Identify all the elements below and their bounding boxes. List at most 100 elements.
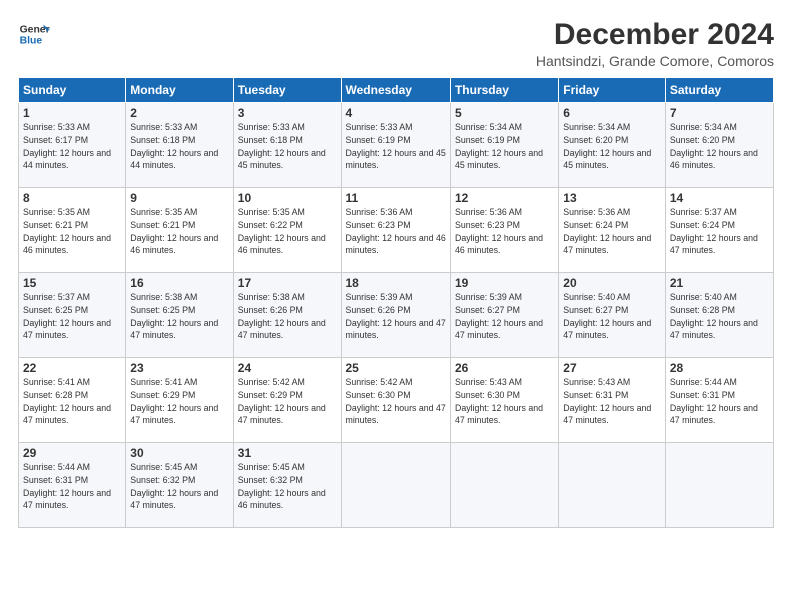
day-number: 15 <box>23 276 121 290</box>
calendar-table: Sunday Monday Tuesday Wednesday Thursday… <box>18 77 774 528</box>
day-info: Sunrise: 5:43 AMSunset: 6:30 PMDaylight:… <box>455 377 543 425</box>
calendar-cell: 14 Sunrise: 5:37 AMSunset: 6:24 PMDaylig… <box>665 188 773 273</box>
day-number: 27 <box>563 361 661 375</box>
day-info: Sunrise: 5:36 AMSunset: 6:23 PMDaylight:… <box>455 207 543 255</box>
day-number: 6 <box>563 106 661 120</box>
day-info: Sunrise: 5:42 AMSunset: 6:30 PMDaylight:… <box>346 377 446 425</box>
day-info: Sunrise: 5:38 AMSunset: 6:25 PMDaylight:… <box>130 292 218 340</box>
calendar-cell: 7 Sunrise: 5:34 AMSunset: 6:20 PMDayligh… <box>665 103 773 188</box>
day-info: Sunrise: 5:44 AMSunset: 6:31 PMDaylight:… <box>23 462 111 510</box>
day-number: 10 <box>238 191 337 205</box>
header: General Blue December 2024 Hantsindzi, G… <box>18 18 774 69</box>
calendar-week-4: 22 Sunrise: 5:41 AMSunset: 6:28 PMDaylig… <box>19 358 774 443</box>
calendar-cell: 5 Sunrise: 5:34 AMSunset: 6:19 PMDayligh… <box>450 103 558 188</box>
day-info: Sunrise: 5:40 AMSunset: 6:27 PMDaylight:… <box>563 292 651 340</box>
calendar-header-row: Sunday Monday Tuesday Wednesday Thursday… <box>19 78 774 103</box>
title-block: December 2024 Hantsindzi, Grande Comore,… <box>536 18 774 69</box>
day-number: 2 <box>130 106 228 120</box>
calendar-cell: 28 Sunrise: 5:44 AMSunset: 6:31 PMDaylig… <box>665 358 773 443</box>
day-number: 25 <box>346 361 446 375</box>
day-info: Sunrise: 5:41 AMSunset: 6:29 PMDaylight:… <box>130 377 218 425</box>
calendar-cell <box>450 443 558 528</box>
day-number: 7 <box>670 106 769 120</box>
day-info: Sunrise: 5:33 AMSunset: 6:18 PMDaylight:… <box>238 122 326 170</box>
calendar-cell: 22 Sunrise: 5:41 AMSunset: 6:28 PMDaylig… <box>19 358 126 443</box>
day-number: 21 <box>670 276 769 290</box>
calendar-week-3: 15 Sunrise: 5:37 AMSunset: 6:25 PMDaylig… <box>19 273 774 358</box>
calendar-cell: 11 Sunrise: 5:36 AMSunset: 6:23 PMDaylig… <box>341 188 450 273</box>
header-wednesday: Wednesday <box>341 78 450 103</box>
calendar-cell: 19 Sunrise: 5:39 AMSunset: 6:27 PMDaylig… <box>450 273 558 358</box>
calendar-cell: 2 Sunrise: 5:33 AMSunset: 6:18 PMDayligh… <box>126 103 233 188</box>
calendar-cell: 1 Sunrise: 5:33 AMSunset: 6:17 PMDayligh… <box>19 103 126 188</box>
calendar-cell: 24 Sunrise: 5:42 AMSunset: 6:29 PMDaylig… <box>233 358 341 443</box>
day-info: Sunrise: 5:35 AMSunset: 6:21 PMDaylight:… <box>23 207 111 255</box>
day-info: Sunrise: 5:34 AMSunset: 6:20 PMDaylight:… <box>563 122 651 170</box>
calendar-cell: 6 Sunrise: 5:34 AMSunset: 6:20 PMDayligh… <box>559 103 666 188</box>
day-number: 16 <box>130 276 228 290</box>
day-number: 17 <box>238 276 337 290</box>
calendar-cell: 3 Sunrise: 5:33 AMSunset: 6:18 PMDayligh… <box>233 103 341 188</box>
day-number: 20 <box>563 276 661 290</box>
day-number: 8 <box>23 191 121 205</box>
day-info: Sunrise: 5:38 AMSunset: 6:26 PMDaylight:… <box>238 292 326 340</box>
day-number: 23 <box>130 361 228 375</box>
day-number: 30 <box>130 446 228 460</box>
day-info: Sunrise: 5:34 AMSunset: 6:20 PMDaylight:… <box>670 122 758 170</box>
header-saturday: Saturday <box>665 78 773 103</box>
header-thursday: Thursday <box>450 78 558 103</box>
calendar-cell: 29 Sunrise: 5:44 AMSunset: 6:31 PMDaylig… <box>19 443 126 528</box>
calendar-week-1: 1 Sunrise: 5:33 AMSunset: 6:17 PMDayligh… <box>19 103 774 188</box>
calendar-cell: 4 Sunrise: 5:33 AMSunset: 6:19 PMDayligh… <box>341 103 450 188</box>
day-info: Sunrise: 5:40 AMSunset: 6:28 PMDaylight:… <box>670 292 758 340</box>
day-info: Sunrise: 5:44 AMSunset: 6:31 PMDaylight:… <box>670 377 758 425</box>
day-info: Sunrise: 5:45 AMSunset: 6:32 PMDaylight:… <box>130 462 218 510</box>
calendar-week-2: 8 Sunrise: 5:35 AMSunset: 6:21 PMDayligh… <box>19 188 774 273</box>
calendar-cell: 27 Sunrise: 5:43 AMSunset: 6:31 PMDaylig… <box>559 358 666 443</box>
day-number: 3 <box>238 106 337 120</box>
header-sunday: Sunday <box>19 78 126 103</box>
calendar-cell: 15 Sunrise: 5:37 AMSunset: 6:25 PMDaylig… <box>19 273 126 358</box>
main-title: December 2024 <box>536 18 774 51</box>
day-info: Sunrise: 5:39 AMSunset: 6:26 PMDaylight:… <box>346 292 446 340</box>
logo: General Blue <box>18 18 50 50</box>
day-number: 5 <box>455 106 554 120</box>
calendar-cell: 21 Sunrise: 5:40 AMSunset: 6:28 PMDaylig… <box>665 273 773 358</box>
day-number: 24 <box>238 361 337 375</box>
day-number: 11 <box>346 191 446 205</box>
day-info: Sunrise: 5:42 AMSunset: 6:29 PMDaylight:… <box>238 377 326 425</box>
calendar-cell: 8 Sunrise: 5:35 AMSunset: 6:21 PMDayligh… <box>19 188 126 273</box>
subtitle: Hantsindzi, Grande Comore, Comoros <box>536 53 774 69</box>
calendar-cell: 18 Sunrise: 5:39 AMSunset: 6:26 PMDaylig… <box>341 273 450 358</box>
calendar-cell: 17 Sunrise: 5:38 AMSunset: 6:26 PMDaylig… <box>233 273 341 358</box>
calendar-cell: 30 Sunrise: 5:45 AMSunset: 6:32 PMDaylig… <box>126 443 233 528</box>
calendar-cell: 16 Sunrise: 5:38 AMSunset: 6:25 PMDaylig… <box>126 273 233 358</box>
day-info: Sunrise: 5:37 AMSunset: 6:25 PMDaylight:… <box>23 292 111 340</box>
day-number: 1 <box>23 106 121 120</box>
day-info: Sunrise: 5:36 AMSunset: 6:24 PMDaylight:… <box>563 207 651 255</box>
svg-text:General: General <box>20 24 50 35</box>
day-info: Sunrise: 5:35 AMSunset: 6:21 PMDaylight:… <box>130 207 218 255</box>
day-info: Sunrise: 5:33 AMSunset: 6:18 PMDaylight:… <box>130 122 218 170</box>
day-info: Sunrise: 5:35 AMSunset: 6:22 PMDaylight:… <box>238 207 326 255</box>
page: General Blue December 2024 Hantsindzi, G… <box>0 0 792 612</box>
day-info: Sunrise: 5:36 AMSunset: 6:23 PMDaylight:… <box>346 207 446 255</box>
day-number: 14 <box>670 191 769 205</box>
calendar-cell: 12 Sunrise: 5:36 AMSunset: 6:23 PMDaylig… <box>450 188 558 273</box>
day-number: 28 <box>670 361 769 375</box>
svg-text:Blue: Blue <box>20 36 43 47</box>
day-number: 29 <box>23 446 121 460</box>
day-info: Sunrise: 5:33 AMSunset: 6:17 PMDaylight:… <box>23 122 111 170</box>
calendar-cell: 9 Sunrise: 5:35 AMSunset: 6:21 PMDayligh… <box>126 188 233 273</box>
day-info: Sunrise: 5:34 AMSunset: 6:19 PMDaylight:… <box>455 122 543 170</box>
day-info: Sunrise: 5:39 AMSunset: 6:27 PMDaylight:… <box>455 292 543 340</box>
day-number: 12 <box>455 191 554 205</box>
calendar-cell: 23 Sunrise: 5:41 AMSunset: 6:29 PMDaylig… <box>126 358 233 443</box>
day-info: Sunrise: 5:43 AMSunset: 6:31 PMDaylight:… <box>563 377 651 425</box>
day-info: Sunrise: 5:37 AMSunset: 6:24 PMDaylight:… <box>670 207 758 255</box>
day-info: Sunrise: 5:45 AMSunset: 6:32 PMDaylight:… <box>238 462 326 510</box>
calendar-cell: 31 Sunrise: 5:45 AMSunset: 6:32 PMDaylig… <box>233 443 341 528</box>
day-info: Sunrise: 5:41 AMSunset: 6:28 PMDaylight:… <box>23 377 111 425</box>
day-number: 4 <box>346 106 446 120</box>
header-tuesday: Tuesday <box>233 78 341 103</box>
